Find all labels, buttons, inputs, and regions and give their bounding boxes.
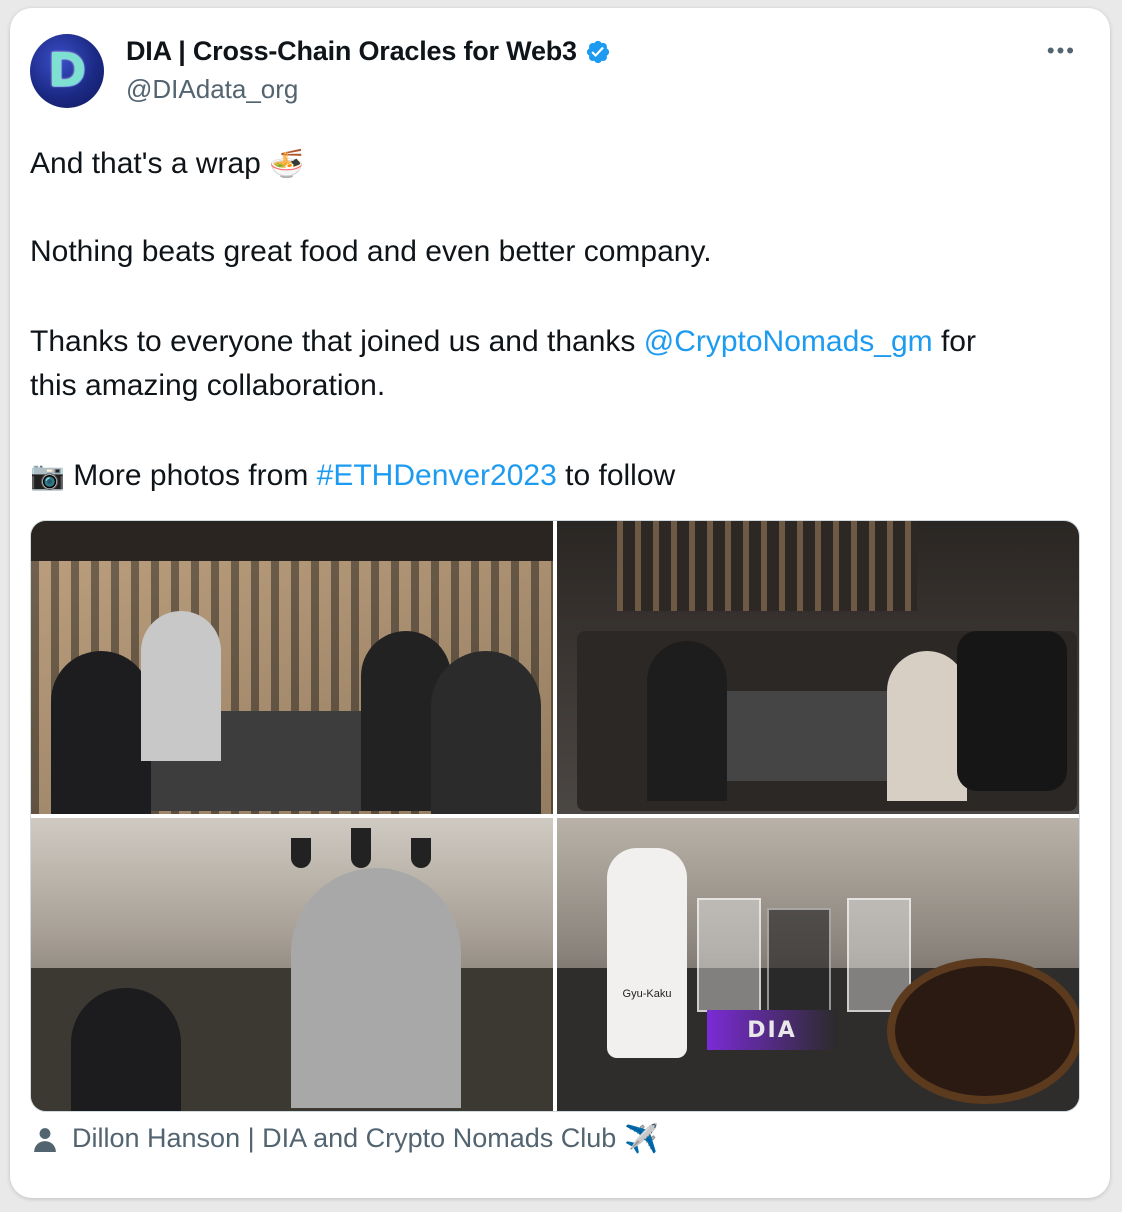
photo-grid: Gyu-Kaku DIA <box>30 520 1080 1112</box>
author-name-text: DIA | Cross-Chain Oracles for Web3 <box>126 36 577 66</box>
group-photo-1[interactable] <box>31 521 553 814</box>
hashtag-link[interactable]: #ETHDenver2023 <box>317 459 557 492</box>
caption-text: Dillon Hanson | DIA and Crypto Nomads Cl… <box>72 1123 617 1153</box>
dia-card: DIA <box>707 1010 837 1050</box>
tweet-line-5-pre: More photos from <box>73 459 309 492</box>
restaurant-photo[interactable] <box>31 818 553 1111</box>
mention-link[interactable]: @CryptoNomads_gm <box>644 325 933 358</box>
pendant-lamp <box>351 828 371 868</box>
person <box>71 988 181 1111</box>
tweet-line-3-pre: Thanks to everyone that joined us and th… <box>30 325 636 358</box>
tweet-line-5-post: to follow <box>565 459 676 492</box>
tweet-line-1: And that's a wrap 🍜 <box>30 142 1090 186</box>
photo-caption[interactable]: Dillon Hanson | DIA and Crypto Nomads Cl… <box>32 1122 659 1155</box>
pendant-lamp <box>411 838 431 868</box>
tweet-line-3-post: for <box>940 325 976 358</box>
tweet-line-5: 📷 More photos from #ETHDenver2023 to fol… <box>30 454 1090 498</box>
ceiling <box>31 521 553 561</box>
person-icon <box>34 1127 56 1152</box>
person <box>887 651 967 801</box>
camera-icon: 📷 <box>30 459 65 492</box>
more-options-icon[interactable]: ••• <box>1047 38 1076 64</box>
person <box>431 651 541 814</box>
person <box>141 611 221 761</box>
pendant-lamp <box>291 838 311 868</box>
avatar-letter: D <box>47 43 87 97</box>
person-hoodie <box>291 868 461 1108</box>
tweet-line-4: this amazing collaboration. <box>30 369 386 402</box>
verified-badge-icon <box>586 40 609 63</box>
glass <box>697 898 761 1012</box>
tweet-line-2: Nothing beats great food and even better… <box>30 235 712 268</box>
jacket <box>957 631 1067 791</box>
airplane-icon: ✈️ <box>624 1122 660 1155</box>
tweet-line-1-text: And that's a wrap <box>30 147 261 180</box>
sake-bottle <box>607 848 687 1058</box>
table-photo[interactable]: Gyu-Kaku DIA <box>557 818 1079 1111</box>
author-handle[interactable]: @DIAdata_org <box>126 74 298 105</box>
stone-bowl <box>887 958 1079 1104</box>
wall-slats <box>617 521 917 611</box>
noodle-bowl-icon: 🍜 <box>269 147 305 180</box>
person <box>647 641 727 801</box>
tweet-card: D DIA | Cross-Chain Oracles for Web3 @DI… <box>10 8 1110 1198</box>
avatar[interactable]: D <box>30 34 104 108</box>
bottle-label: Gyu-Kaku <box>622 988 672 1000</box>
glass <box>767 908 831 1022</box>
group-photo-2[interactable] <box>557 521 1079 814</box>
person <box>51 651 151 814</box>
author-name[interactable]: DIA | Cross-Chain Oracles for Web3 <box>126 36 611 67</box>
tweet-line-3: Thanks to everyone that joined us and th… <box>30 320 1090 364</box>
